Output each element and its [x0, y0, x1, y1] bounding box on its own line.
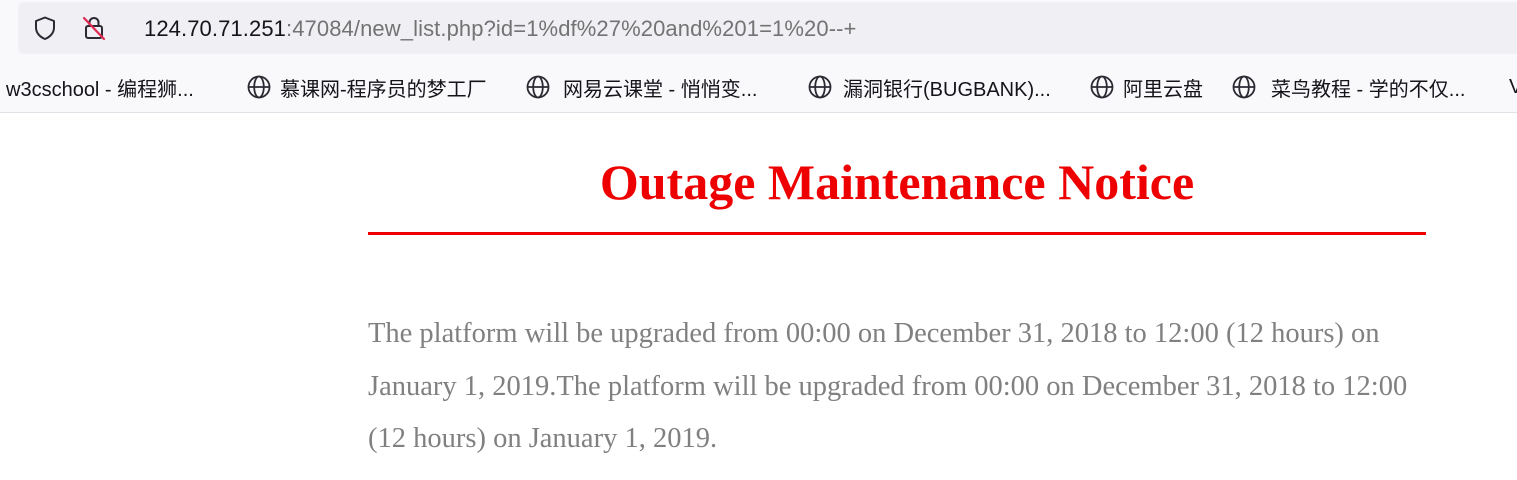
globe-icon	[1089, 74, 1115, 100]
browser-toolbar: 124.70.71.251:47084/new_list.php?id=1%df…	[0, 0, 1517, 60]
address-bar[interactable]: 124.70.71.251:47084/new_list.php?id=1%df…	[18, 2, 1517, 54]
bookmark-label: 菜鸟教程 - 学的不仅...	[1271, 78, 1466, 101]
notice-title: Outage Maintenance Notice	[599, 154, 1195, 210]
globe-icon	[1231, 74, 1257, 100]
url-host: 124.70.71.251	[144, 16, 286, 41]
globe-icon	[246, 74, 272, 100]
bookmark-aliyun-drive[interactable]: 阿里云盘	[1089, 74, 1203, 101]
bookmark-imooc[interactable]: 慕课网-程序员的梦工厂	[246, 74, 487, 101]
shield-icon[interactable]	[32, 15, 58, 41]
bookmark-label: 阿里云盘	[1123, 78, 1203, 101]
bookmark-label: 慕课网-程序员的梦工厂	[280, 78, 487, 101]
bookmarks-toolbar: w3cschool - 编程狮... 慕课网-程序员的梦工厂 网易云课堂 - 悄…	[0, 60, 1517, 113]
bookmark-label: 网易云课堂 - 悄悄变...	[563, 78, 758, 101]
bookmark-runoob[interactable]: 菜鸟教程 - 学的不仅...	[1231, 74, 1466, 101]
insecure-lock-icon[interactable]	[81, 15, 107, 41]
bookmark-overflow[interactable]: V	[1509, 74, 1517, 100]
bookmark-label: 漏洞银行(BUGBANK)...	[843, 78, 1051, 101]
globe-icon	[525, 74, 551, 100]
bookmark-w3cschool[interactable]: w3cschool - 编程狮...	[6, 74, 194, 101]
bookmark-label: w3cschool - 编程狮...	[6, 78, 194, 101]
notice-body: The platform will be upgraded from 00:00…	[368, 318, 1408, 454]
bookmark-label: V	[1509, 75, 1517, 98]
bookmark-bugbank[interactable]: 漏洞银行(BUGBANK)...	[807, 74, 1051, 101]
url-text[interactable]: 124.70.71.251:47084/new_list.php?id=1%df…	[144, 14, 857, 44]
bookmark-163-study[interactable]: 网易云课堂 - 悄悄变...	[525, 74, 758, 101]
title-divider	[368, 232, 1426, 235]
url-path: :47084/new_list.php?id=1%df%27%20and%201…	[286, 16, 857, 41]
globe-icon	[807, 74, 833, 100]
